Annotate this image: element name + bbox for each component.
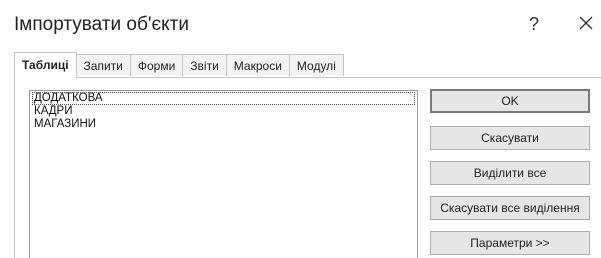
tab-queries[interactable]: Запити (75, 54, 131, 76)
title-bar: Імпортувати об'єкти ? (0, 0, 601, 44)
tab-modules[interactable]: Модулі (288, 54, 344, 76)
select-all-button[interactable]: Виділити все (430, 161, 590, 185)
list-item[interactable]: ДОДАТКОВА (32, 92, 415, 105)
list-item[interactable]: КАДРИ (30, 105, 417, 118)
ok-button[interactable]: OK (430, 89, 590, 113)
cancel-button[interactable]: Скасувати (430, 126, 590, 150)
list-item[interactable]: МАГАЗИНИ (30, 118, 417, 131)
tab-strip: Таблиці Запити Форми Звіти Макроси Модул… (14, 52, 344, 78)
close-icon[interactable] (576, 11, 598, 35)
tables-listbox[interactable]: ДОДАТКОВА КАДРИ МАГАЗИНИ (29, 90, 418, 258)
options-button[interactable]: Параметри >> (430, 231, 590, 255)
tab-tables[interactable]: Таблиці (14, 52, 77, 78)
tab-forms[interactable]: Форми (129, 54, 184, 76)
dialog-title: Імпортувати об'єкти (14, 14, 189, 35)
help-icon[interactable]: ? (529, 14, 539, 35)
tab-reports[interactable]: Звіти (182, 54, 227, 76)
tab-macros[interactable]: Макроси (225, 54, 290, 76)
deselect-all-button[interactable]: Скасувати все виділення (430, 196, 590, 220)
